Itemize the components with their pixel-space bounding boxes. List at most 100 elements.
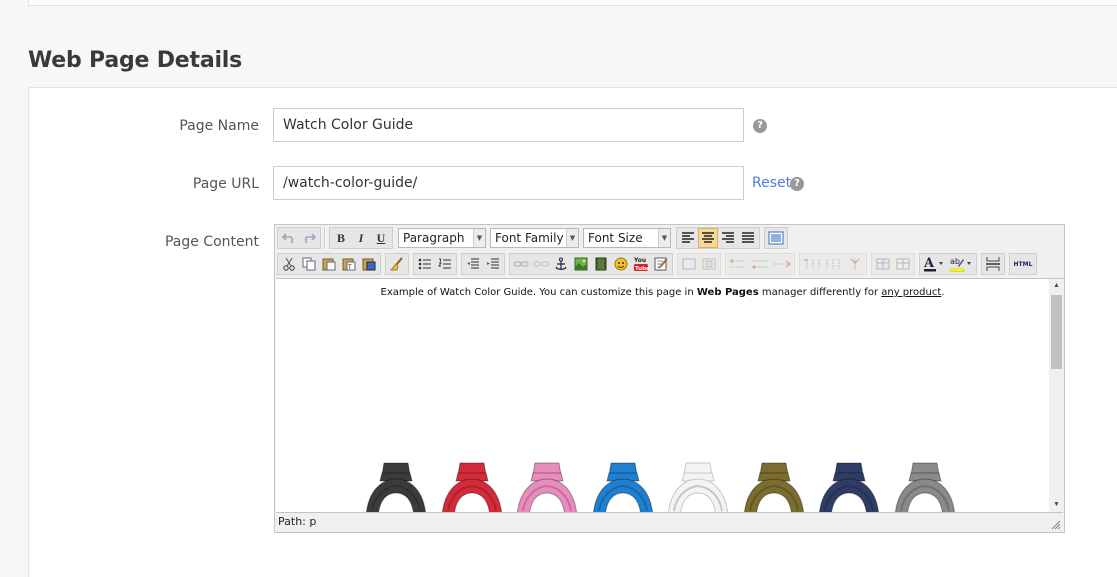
editor-content-area[interactable]: Example of Watch Color Guide. You can cu… — [276, 278, 1049, 512]
page-content-label: Page Content — [164, 234, 259, 250]
chevron-down-icon: ▼ — [473, 229, 485, 247]
page-name-help-icon[interactable]: ? — [753, 119, 767, 133]
clipboard-group: T — [277, 253, 381, 275]
editor-path-label: Path: p — [278, 515, 317, 528]
previous-section-card — [28, 0, 1117, 6]
color-group: A ab — [919, 253, 977, 275]
resize-grip-icon[interactable] — [1051, 520, 1061, 530]
insert-group: You Tube — [509, 253, 673, 275]
page-name-label: Page Name — [179, 118, 259, 134]
align-right-icon[interactable] — [718, 228, 738, 248]
numbered-list-icon[interactable] — [435, 254, 455, 274]
scroll-thumb[interactable] — [1051, 295, 1062, 369]
paste-word-icon[interactable] — [359, 254, 379, 274]
table-props-icon[interactable] — [873, 254, 893, 274]
col-after-icon[interactable] — [823, 254, 845, 274]
watch-color-image — [441, 462, 502, 512]
bullet-list-icon[interactable] — [415, 254, 435, 274]
anchor-icon[interactable] — [551, 254, 571, 274]
page-url-input[interactable]: /watch-color-guide/ — [273, 166, 744, 200]
align-left-icon[interactable] — [678, 228, 698, 248]
delete-col-icon[interactable] — [845, 254, 865, 274]
align-justify-icon[interactable] — [738, 228, 758, 248]
font-size-select-value: Font Size — [588, 231, 643, 245]
table-col-group — [799, 253, 867, 275]
editor-scrollbar[interactable]: ▲ ▼ — [1049, 278, 1064, 512]
reset-url-link[interactable]: Reset — [752, 175, 791, 191]
redo-icon[interactable] — [299, 228, 319, 248]
link-icon[interactable] — [511, 254, 531, 274]
cleanup-group — [385, 253, 409, 275]
hr-group — [981, 253, 1005, 275]
fullscreen-group — [764, 227, 788, 249]
delete-row-icon[interactable] — [771, 254, 793, 274]
watch-color-image — [668, 462, 728, 512]
watch-color-image — [819, 462, 879, 512]
underline-button[interactable]: U — [371, 228, 391, 248]
table-row-group — [725, 253, 795, 275]
section-title: Web Page Details — [28, 48, 243, 73]
undo-icon[interactable] — [279, 228, 299, 248]
cleanup-broom-icon[interactable] — [387, 254, 407, 274]
svg-text:T: T — [347, 264, 352, 271]
toolbar-separator — [324, 228, 326, 248]
svg-text:ab: ab — [950, 257, 960, 266]
insert-layer-icon[interactable] — [679, 254, 699, 274]
highlight-color-icon[interactable]: ab — [947, 254, 975, 274]
table-props-group — [871, 253, 915, 275]
bold-button[interactable]: B — [331, 228, 351, 248]
align-center-icon[interactable] — [698, 228, 718, 248]
row-after-icon[interactable] — [749, 254, 771, 274]
image-icon[interactable] — [571, 254, 591, 274]
content-link[interactable]: any product — [881, 287, 941, 298]
paste-text-icon[interactable]: T — [339, 254, 359, 274]
page-url-help-icon[interactable]: ? — [790, 177, 804, 191]
cell-props-icon[interactable] — [893, 254, 913, 274]
svg-text:You: You — [633, 257, 646, 264]
youtube-icon[interactable]: You Tube — [631, 254, 651, 274]
svg-text:Tube: Tube — [635, 266, 649, 272]
paste-icon[interactable] — [319, 254, 339, 274]
undo-redo-group — [277, 227, 321, 249]
edit-source-icon[interactable] — [651, 254, 671, 274]
emoticon-icon[interactable] — [611, 254, 631, 274]
copy-icon[interactable] — [299, 254, 319, 274]
page-url-label: Page URL — [192, 176, 259, 192]
list-group — [413, 253, 457, 275]
media-icon[interactable] — [591, 254, 611, 274]
editor-path-statusbar: Path: p — [276, 512, 1063, 531]
page-name-input[interactable]: Watch Color Guide — [273, 108, 744, 142]
layer-absolute-icon[interactable] — [699, 254, 719, 274]
text-color-icon[interactable]: A — [921, 254, 947, 274]
content-text-post: . — [941, 287, 945, 298]
italic-button[interactable]: I — [351, 228, 371, 248]
horizontal-rule-icon[interactable] — [983, 254, 1003, 274]
content-text-bold: Web Pages — [696, 287, 759, 298]
indent-icon[interactable] — [483, 254, 503, 274]
font-size-select[interactable]: Font Size ▼ — [583, 228, 671, 248]
scroll-down-icon[interactable]: ▼ — [1049, 498, 1064, 512]
editor-toolbar-row-2: T You Tube A ab HTML — [277, 252, 1037, 276]
format-select[interactable]: Paragraph ▼ — [398, 228, 486, 248]
editor-toolbar-row-1: B I U Paragraph ▼ Font Family ▼ Font Siz… — [277, 226, 788, 250]
rich-text-editor: B I U Paragraph ▼ Font Family ▼ Font Siz… — [274, 224, 1065, 533]
text-style-group: B I U — [329, 227, 393, 249]
html-group: HTML — [1009, 253, 1037, 275]
layer-group — [677, 253, 721, 275]
content-text-pre: Example of Watch Color Guide. You can cu… — [380, 287, 697, 298]
indent-group — [461, 253, 505, 275]
scroll-up-icon[interactable]: ▲ — [1049, 279, 1064, 293]
font-family-select[interactable]: Font Family ▼ — [490, 228, 579, 248]
outdent-icon[interactable] — [463, 254, 483, 274]
watch-color-image — [592, 462, 653, 512]
html-source-button[interactable]: HTML — [1011, 254, 1035, 274]
col-before-icon[interactable] — [801, 254, 823, 274]
fullscreen-icon[interactable] — [766, 228, 786, 248]
svg-text:A: A — [923, 256, 935, 271]
row-before-icon[interactable] — [727, 254, 749, 274]
format-select-value: Paragraph — [403, 231, 465, 245]
cut-icon[interactable] — [279, 254, 299, 274]
unlink-icon[interactable] — [531, 254, 551, 274]
watch-color-image — [517, 462, 577, 512]
font-family-select-value: Font Family — [495, 231, 564, 245]
